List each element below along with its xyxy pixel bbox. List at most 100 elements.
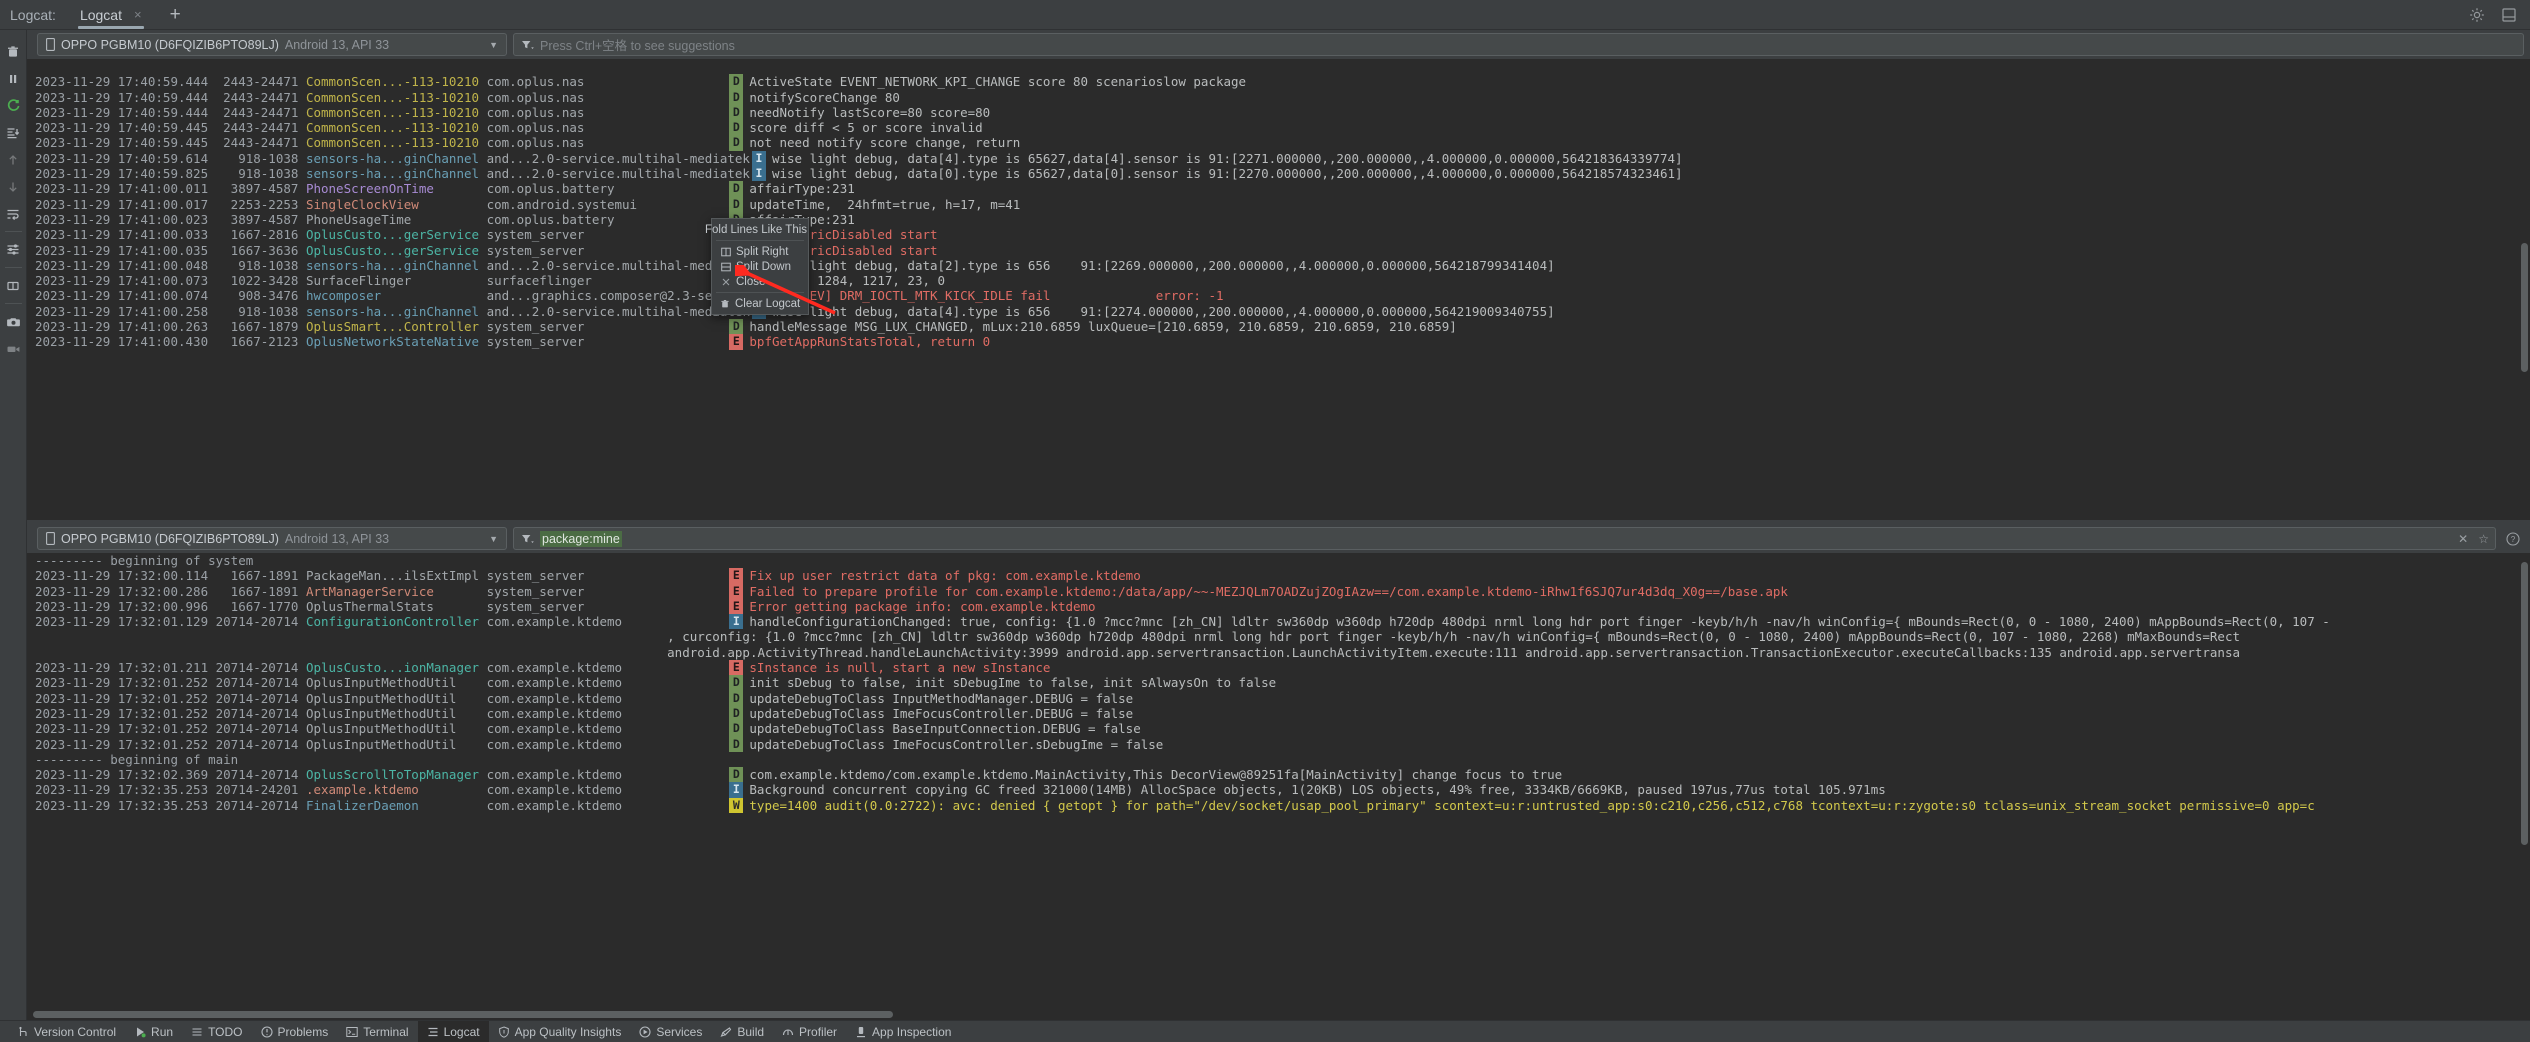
logcat-filter-bottom[interactable]: package:mine ✕ ☆ bbox=[513, 527, 2496, 550]
filter-history-icon[interactable]: ☆ bbox=[2478, 532, 2489, 546]
log-pid: 918-1038 bbox=[215, 257, 306, 273]
device-selector-top[interactable]: OPPO PGBM10 (D6FQIZIB6PTO89LJ) Android 1… bbox=[37, 33, 507, 56]
log-row[interactable]: 2023-11-29 17:32:00.996 1667-1770 OplusT… bbox=[35, 598, 2530, 615]
log-timestamp: 2023-11-29 17:32:01.211 bbox=[35, 660, 216, 676]
add-tab-icon[interactable]: + bbox=[164, 5, 187, 24]
log-row[interactable]: 2023-11-29 17:40:59.444 2443-24471 Commo… bbox=[35, 89, 2530, 105]
log-row[interactable]: 2023-11-29 17:41:00.011 3897-4587 PhoneS… bbox=[35, 181, 2530, 197]
scroll-to-end-icon[interactable] bbox=[0, 119, 27, 146]
minimize-icon[interactable] bbox=[2500, 6, 2518, 24]
status-tab-problems[interactable]: Problems bbox=[252, 1021, 338, 1042]
scrollbar-thumb[interactable] bbox=[2521, 243, 2528, 373]
log-row[interactable]: 2023-11-29 17:32:01.252 20714-20714 Oplu… bbox=[35, 721, 2530, 737]
tab-logcat[interactable]: Logcat × bbox=[70, 0, 152, 29]
log-row[interactable]: 2023-11-29 17:41:00.023 3897-4587 PhoneU… bbox=[35, 211, 2530, 228]
tool-window-label: Logcat: bbox=[10, 6, 56, 23]
log-tag: ConfigurationController bbox=[305, 614, 487, 630]
filter-icon[interactable] bbox=[521, 39, 534, 51]
log-continuation-row[interactable]: , curconfig: {1.0 ?mcc?mnc [zh_CN] ldltr… bbox=[35, 629, 2530, 644]
pause-icon[interactable] bbox=[0, 65, 27, 92]
log-row[interactable]: 2023-11-29 17:32:35.253 20714-20714 Fina… bbox=[35, 797, 2530, 814]
inspection-icon bbox=[855, 1026, 867, 1038]
menu-item-split-down[interactable]: Split Down bbox=[712, 259, 808, 274]
close-icon[interactable]: × bbox=[134, 7, 142, 22]
log-tag: OplusCusto...ionManager bbox=[305, 660, 487, 676]
device-selector-bottom[interactable]: OPPO PGBM10 (D6FQIZIB6PTO89LJ) Android 1… bbox=[37, 527, 507, 550]
log-row[interactable]: 2023-11-29 17:32:01.252 20714-20714 Oplu… bbox=[35, 705, 2530, 722]
log-row[interactable]: 2023-11-29 17:41:00.073 1022-3428 Surfac… bbox=[35, 273, 2530, 289]
log-continuation-row[interactable]: android.app.ActivityThread.handleLaunchA… bbox=[35, 645, 2530, 660]
log-row[interactable]: 2023-11-29 17:40:59.445 2443-24471 Commo… bbox=[35, 135, 2530, 151]
log-row[interactable]: 2023-11-29 17:41:00.430 1667-2123 OplusN… bbox=[35, 334, 2530, 350]
log-row[interactable]: 2023-11-29 17:40:59.614 918-1038 sensors… bbox=[35, 150, 2530, 167]
status-tab-app-quality-insights[interactable]: App Quality Insights bbox=[489, 1021, 631, 1042]
trash-icon[interactable] bbox=[0, 38, 27, 65]
down-arrow-icon[interactable] bbox=[0, 173, 27, 200]
log-row[interactable]: 2023-11-29 17:41:00.074 908-3476 hwcompo… bbox=[35, 288, 2530, 304]
log-tag: CommonScen...-113-10210 bbox=[305, 74, 487, 90]
logcat-context-menu[interactable]: Fold Lines Like This Split Right Split D… bbox=[705, 218, 809, 315]
horizontal-scrollbar-bottom[interactable] bbox=[27, 1009, 2530, 1020]
log-row[interactable]: 2023-11-29 17:41:00.017 2253-2253 Single… bbox=[35, 196, 2530, 212]
status-tab-app-inspection[interactable]: App Inspection bbox=[846, 1021, 960, 1042]
log-row[interactable]: 2023-11-29 17:32:01.129 20714-20714 Conf… bbox=[35, 614, 2530, 630]
soft-wrap-icon[interactable] bbox=[0, 200, 27, 227]
log-row[interactable]: 2023-11-29 17:40:59.444 2443-24471 Commo… bbox=[35, 74, 2530, 90]
record-video-icon[interactable] bbox=[0, 335, 27, 362]
log-row[interactable]: 2023-11-29 17:41:00.263 1667-1879 OplusS… bbox=[35, 319, 2530, 335]
log-row[interactable]: 2023-11-29 17:32:01.252 20714-20714 Oplu… bbox=[35, 690, 2530, 706]
log-row[interactable]: 2023-11-29 17:32:01.252 20714-20714 Oplu… bbox=[35, 736, 2530, 752]
vertical-scrollbar-top[interactable] bbox=[2519, 59, 2530, 520]
logcat-output-bottom[interactable]: --------- beginning of system 2023-11-29 … bbox=[27, 553, 2530, 1009]
chevron-down-icon[interactable]: ▼ bbox=[489, 534, 502, 544]
restart-icon[interactable] bbox=[0, 92, 27, 119]
filter-settings-icon[interactable] bbox=[0, 236, 27, 263]
menu-item-close[interactable]: Close bbox=[712, 274, 808, 289]
status-tab-build[interactable]: Build bbox=[711, 1021, 773, 1042]
status-tab-terminal[interactable]: Terminal bbox=[337, 1021, 417, 1042]
scrollbar-thumb[interactable] bbox=[2521, 562, 2528, 845]
log-row[interactable]: 2023-11-29 17:41:00.048 918-1038 sensors… bbox=[35, 257, 2530, 274]
help-icon[interactable]: ? bbox=[2502, 531, 2524, 546]
filter-icon[interactable] bbox=[521, 533, 534, 545]
status-tab-run[interactable]: Run bbox=[125, 1021, 182, 1042]
log-row[interactable]: 2023-11-29 17:32:01.252 20714-20714 Oplu… bbox=[35, 675, 2530, 691]
gear-icon[interactable] bbox=[2468, 6, 2486, 24]
split-panel-icon[interactable] bbox=[0, 272, 27, 299]
logcat-filter-top[interactable]: Press Ctrl+空格 to see suggestions bbox=[513, 33, 2524, 56]
log-row[interactable]: 2023-11-29 17:41:00.258 918-1038 sensors… bbox=[35, 303, 2530, 320]
menu-item-fold-lines[interactable]: Fold Lines Like This bbox=[705, 222, 808, 237]
log-row[interactable]: 2023-11-29 17:41:00.035 1667-3636 OplusC… bbox=[35, 242, 2530, 258]
log-row[interactable]: 2023-11-29 17:40:59.445 2443-24471 Commo… bbox=[35, 120, 2530, 136]
log-message: wise light debug, data[4].type is 656 91… bbox=[771, 303, 1555, 319]
chevron-down-icon[interactable]: ▼ bbox=[489, 40, 502, 50]
menu-item-clear-logcat[interactable]: Clear Logcat bbox=[712, 296, 808, 311]
log-pid: 1667-1770 bbox=[215, 598, 306, 614]
logcat-output-top[interactable]: 2023-11-29 17:40:59.444 2443-24471 Commo… bbox=[27, 59, 2530, 520]
scrollbar-thumb[interactable] bbox=[33, 1011, 893, 1018]
device-icon bbox=[46, 532, 55, 545]
log-separator-row[interactable]: --------- beginning of main bbox=[35, 752, 2530, 767]
screenshot-icon[interactable] bbox=[0, 308, 27, 335]
build-icon bbox=[720, 1026, 732, 1038]
status-tab-services[interactable]: Services bbox=[630, 1021, 711, 1042]
log-separator-row[interactable]: --------- beginning of system bbox=[35, 553, 2530, 568]
log-row[interactable]: 2023-11-29 17:32:00.114 1667-1891 Packag… bbox=[35, 568, 2530, 584]
filter-value-bottom[interactable]: package:mine bbox=[540, 530, 622, 547]
log-row[interactable]: 2023-11-29 17:32:35.253 20714-24201 .exa… bbox=[35, 782, 2530, 798]
log-row[interactable]: 2023-11-29 17:41:00.033 1667-2816 OplusC… bbox=[35, 227, 2530, 243]
clear-filter-icon[interactable]: ✕ bbox=[2458, 532, 2468, 546]
log-row[interactable]: 2023-11-29 17:32:01.211 20714-20714 Oplu… bbox=[35, 660, 2530, 676]
vertical-scrollbar-bottom[interactable] bbox=[2519, 553, 2530, 1009]
log-row[interactable]: 2023-11-29 17:32:02.369 20714-20714 Oplu… bbox=[35, 767, 2530, 783]
status-tab-version-control[interactable]: Version Control bbox=[8, 1021, 125, 1042]
log-row[interactable] bbox=[35, 59, 2530, 74]
log-row[interactable]: 2023-11-29 17:32:00.286 1667-1891 ArtMan… bbox=[35, 583, 2530, 599]
log-row[interactable]: 2023-11-29 17:40:59.444 2443-24471 Commo… bbox=[35, 104, 2530, 121]
up-arrow-icon[interactable] bbox=[0, 146, 27, 173]
log-row[interactable]: 2023-11-29 17:40:59.825 918-1038 sensors… bbox=[35, 166, 2530, 182]
status-tab-profiler[interactable]: Profiler bbox=[773, 1021, 846, 1042]
status-tab-logcat[interactable]: Logcat bbox=[417, 1020, 489, 1042]
menu-item-split-right[interactable]: Split Right bbox=[712, 244, 808, 259]
status-tab-todo[interactable]: TODO bbox=[182, 1021, 251, 1042]
